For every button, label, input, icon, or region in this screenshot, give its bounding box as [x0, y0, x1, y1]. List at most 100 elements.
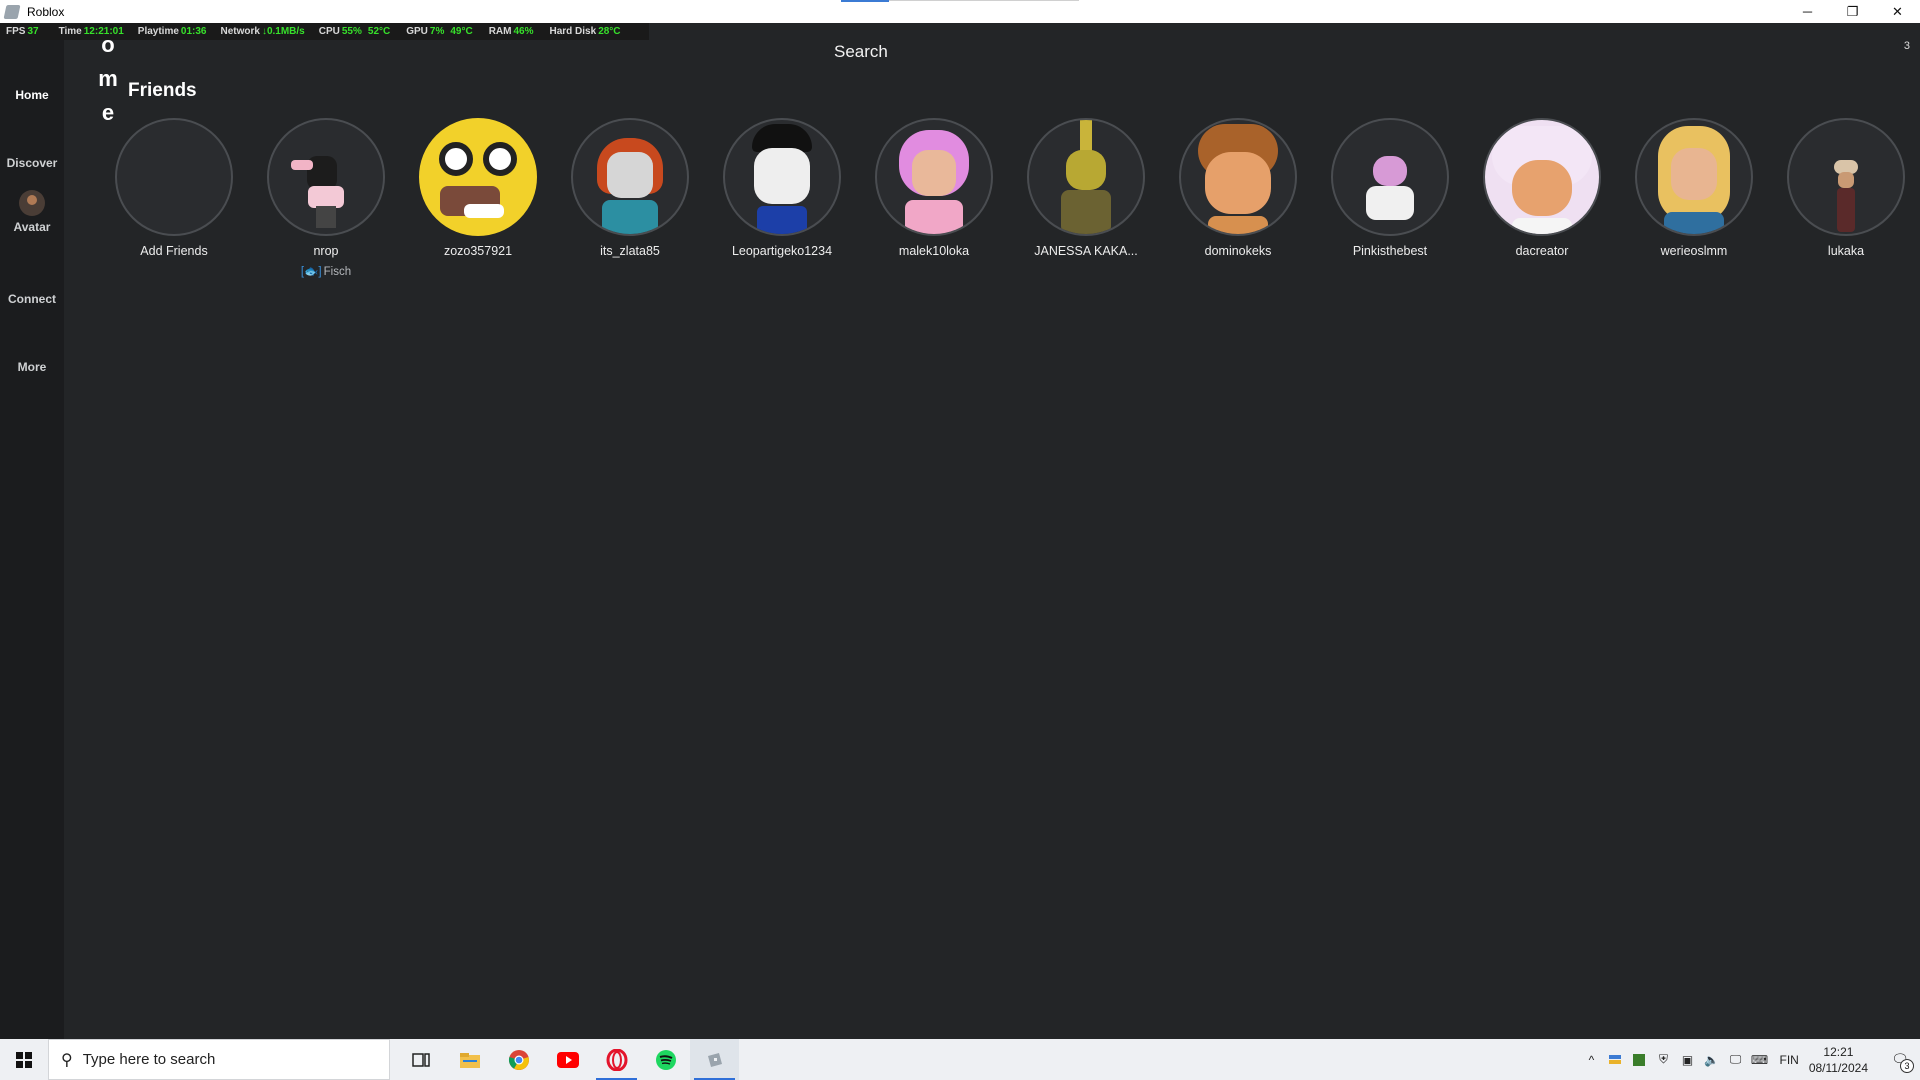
file-explorer-button[interactable]	[445, 1039, 494, 1080]
stack-icon	[1609, 1054, 1622, 1064]
friend-name: Pinkisthebest	[1352, 244, 1428, 258]
friend-tile[interactable]: malek10loka	[858, 118, 1010, 258]
friend-name: nrop	[313, 244, 339, 258]
friend-name: JANESSA KAKA...	[1034, 244, 1138, 258]
tray-app-icon[interactable]	[1627, 1039, 1651, 1080]
clock-date: 08/11/2024	[1808, 1060, 1868, 1075]
close-button[interactable]: ✕	[1875, 0, 1920, 23]
stat-hard-disk: Hard Disk 28°C	[549, 26, 621, 37]
input-language[interactable]: FIN	[1779, 1053, 1798, 1067]
stat-cpu: CPU 55% 52°C	[318, 26, 391, 37]
friends-carousel: Add Friends nrop [🐟] Fisch zozo357921 it…	[98, 118, 1905, 288]
friend-tile[interactable]: Pinkisthebest	[1314, 118, 1466, 258]
taskbar-search-box[interactable]: ⚲ Type here to search	[48, 1039, 390, 1080]
restore-button[interactable]: ❐	[1830, 0, 1875, 23]
home-letter: o	[101, 32, 115, 57]
friend-tile[interactable]: zozo357921	[402, 118, 554, 258]
friend-tile[interactable]: dominokeks	[1162, 118, 1314, 258]
friend-avatar	[723, 118, 841, 236]
start-button[interactable]	[0, 1039, 48, 1080]
youtube-button[interactable]	[543, 1039, 592, 1080]
game-icon: [🐟]	[300, 266, 322, 278]
stat-gpu: GPU 7% 49°C	[406, 26, 473, 37]
friend-tile[interactable]: lukaka	[1770, 118, 1920, 258]
sidebar-item-more[interactable]: More	[0, 360, 64, 374]
friend-name: Leopartigeko1234	[731, 244, 833, 258]
friend-avatar	[1179, 118, 1297, 236]
spotify-button[interactable]	[641, 1039, 690, 1080]
chrome-icon	[508, 1049, 529, 1070]
show-hidden-icons-button[interactable]: ^	[1579, 1039, 1603, 1080]
minimize-button[interactable]: ─	[1785, 0, 1830, 23]
search-button[interactable]: Search	[834, 42, 888, 62]
friend-avatar	[1483, 118, 1601, 236]
youtube-icon	[556, 1051, 579, 1068]
friend-name: Add Friends	[140, 244, 208, 258]
friend-tile[interactable]: its_zlata85	[554, 118, 706, 258]
task-view-icon	[411, 1052, 430, 1067]
tab-indicator-track	[889, 0, 1079, 1]
friend-name: lukaka	[1827, 244, 1865, 258]
volume-icon[interactable]: 🔈	[1699, 1039, 1723, 1080]
friend-avatar	[419, 118, 537, 236]
network-icon[interactable]: 🖵	[1723, 1039, 1747, 1080]
page-title-home: o m e	[98, 28, 118, 130]
corner-counter: 3	[1903, 40, 1910, 52]
opera-button[interactable]	[592, 1039, 641, 1080]
spotify-icon	[655, 1049, 676, 1070]
home-letter: m	[98, 66, 118, 91]
action-center-button[interactable]: 🗨 3	[1880, 1039, 1920, 1080]
friend-tile[interactable]: Leopartigeko1234	[706, 118, 858, 258]
friend-avatar	[1027, 118, 1145, 236]
friend-avatar	[1331, 118, 1449, 236]
friend-name: zozo357921	[443, 244, 513, 258]
chrome-button[interactable]	[494, 1039, 543, 1080]
window-title: Roblox	[27, 4, 65, 19]
friend-avatar	[571, 118, 689, 236]
sidebar-item-connect[interactable]: Connect	[0, 292, 64, 306]
avatar-icon	[19, 190, 45, 216]
tray-app-icon[interactable]	[1603, 1039, 1627, 1080]
roblox-icon	[707, 1052, 722, 1067]
sidebar-item-avatar[interactable]: Avatar	[0, 190, 64, 234]
friend-name: dacreator	[1515, 244, 1569, 258]
friend-tile[interactable]: werieoslmm	[1618, 118, 1770, 258]
taskbar-clock[interactable]: 12:21 08/11/2024	[1809, 1044, 1868, 1076]
friend-tile[interactable]: nrop [🐟] Fisch	[250, 118, 402, 278]
clock-time: 12:21	[1823, 1044, 1854, 1059]
system-tray: ^ ⛨ ▣ 🔈 🖵 ⌨ FIN 12:21 08/11/2024 🗨 3	[1579, 1039, 1920, 1080]
sidebar-item-home[interactable]: Home	[0, 88, 64, 102]
roblox-app-icon	[3, 4, 21, 19]
sidebar-item-label: Avatar	[13, 220, 51, 234]
tray-app-icon[interactable]: ▣	[1675, 1039, 1699, 1080]
friend-avatar	[267, 118, 385, 236]
friend-tile[interactable]: dacreator	[1466, 118, 1618, 258]
add-friends-button[interactable]: Add Friends	[98, 118, 250, 258]
monitor-icon	[1633, 1053, 1646, 1066]
friend-name: werieoslmm	[1660, 244, 1728, 258]
task-view-button[interactable]	[396, 1039, 445, 1080]
roblox-taskbar-button[interactable]	[690, 1039, 739, 1080]
sidebar-item-discover[interactable]: Discover	[0, 156, 64, 170]
friend-status: [🐟] Fisch	[300, 266, 352, 278]
friend-avatar	[1787, 118, 1905, 236]
windows-logo-icon	[16, 1051, 32, 1068]
friend-tile[interactable]: JANESSA KAKA...	[1010, 118, 1162, 258]
taskbar-pinned-apps	[396, 1039, 739, 1080]
main-content: Search 3 o m e Friends Add Friends nrop …	[64, 32, 1920, 1039]
keyboard-icon[interactable]: ⌨	[1747, 1039, 1771, 1080]
security-icon[interactable]: ⛨	[1651, 1039, 1675, 1080]
friend-name: malek10loka	[898, 244, 970, 258]
friend-avatar	[1635, 118, 1753, 236]
window-controls: ─ ❐ ✕	[1785, 0, 1920, 23]
sidebar: Home Discover Avatar Connect More	[0, 40, 64, 1039]
taskbar-search-placeholder: Type here to search	[82, 1051, 216, 1068]
friend-avatar	[875, 118, 993, 236]
stat-fps: FPS 37	[6, 26, 39, 37]
notification-badge: 3	[1900, 1059, 1914, 1073]
tab-indicator	[841, 0, 889, 2]
friends-section-title: Friends	[128, 80, 197, 101]
folder-icon	[459, 1052, 480, 1068]
title-bar: Roblox ─ ❐ ✕	[0, 0, 1920, 23]
friend-name: dominokeks	[1204, 244, 1272, 258]
